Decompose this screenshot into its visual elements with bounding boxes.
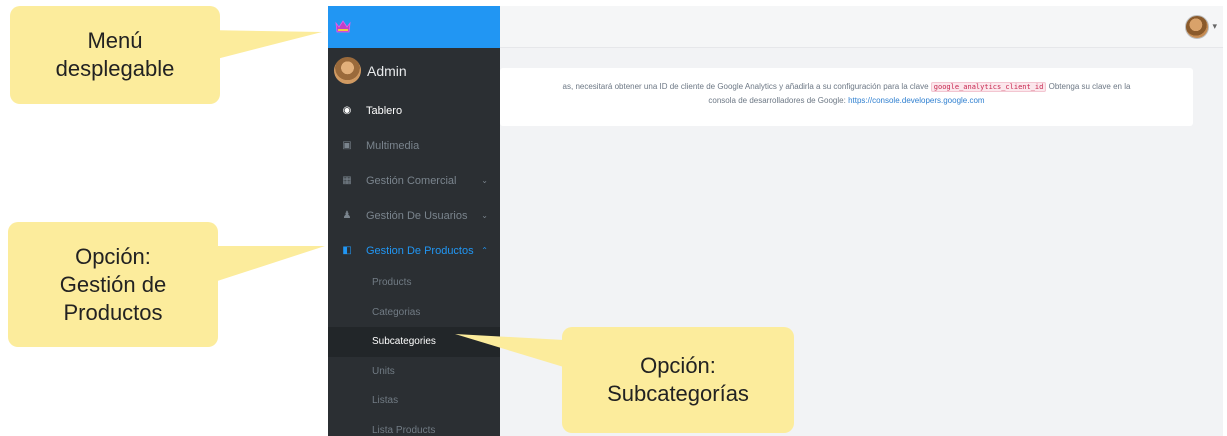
analytics-alert: as, necesitará obtener una ID de cliente… xyxy=(500,68,1193,126)
user-menu[interactable]: ▾ xyxy=(1185,15,1217,39)
callout-pointer-menu xyxy=(205,30,322,62)
profile-avatar-icon xyxy=(334,57,361,84)
submenu-item-units[interactable]: Units xyxy=(328,357,500,387)
sidebar: Admin ◉ Tablero ▣ Multimedia ▦ Gestión C… xyxy=(328,6,500,436)
callout-menu-text: Menú desplegable xyxy=(55,28,175,81)
alert-text-start: as, necesitará obtener una ID de cliente… xyxy=(562,82,929,91)
sidebar-item-gestion-comercial[interactable]: ▦ Gestión Comercial ⌄ xyxy=(328,163,500,198)
alert-message: as, necesitará obtener una ID de cliente… xyxy=(500,80,1193,108)
user-avatar-icon[interactable] xyxy=(1185,15,1210,39)
sidebar-item-label: Gestión Comercial xyxy=(366,174,457,187)
screenshot-stage: ▾ as, necesitará obtener una ID de clien… xyxy=(0,0,1227,436)
callout-subcategorias: Opción: Subcategorías xyxy=(562,327,794,433)
submenu-item-subcategories[interactable]: Subcategories xyxy=(328,327,500,357)
alert-text-end: Obtenga su clave en la xyxy=(1048,82,1131,91)
chevron-up-icon: ⌃ xyxy=(481,246,488,255)
callout-gestion-productos: Opción: Gestión de Productos xyxy=(8,222,218,347)
google-console-link[interactable]: https://console.developers.google.com xyxy=(848,96,985,105)
config-key-code: google_analytics_client_id xyxy=(930,82,1047,92)
submenu-item-products[interactable]: Products xyxy=(328,268,500,298)
sidebar-item-gestion-usuarios[interactable]: ♟ Gestión De Usuarios ⌄ xyxy=(328,198,500,233)
sidebar-item-label: Tablero xyxy=(366,104,403,117)
callout-productos-line2: Gestión de xyxy=(59,271,167,297)
chevron-down-icon: ⌄ xyxy=(481,211,488,220)
sidebar-item-tablero[interactable]: ◉ Tablero xyxy=(328,93,500,128)
sidebar-item-label: Gestión De Usuarios xyxy=(366,209,468,222)
sidebar-item-gestion-productos[interactable]: ◧ Gestion De Productos ⌃ xyxy=(328,233,500,268)
callout-productos-line1: Opción: xyxy=(75,243,151,269)
caret-down-icon[interactable]: ▾ xyxy=(1212,22,1217,32)
profile-name: Admin xyxy=(367,62,407,79)
sidebar-profile[interactable]: Admin xyxy=(328,48,500,93)
sidebar-item-multimedia[interactable]: ▣ Multimedia xyxy=(328,128,500,163)
users-icon: ♟ xyxy=(342,210,352,221)
store-icon: ▦ xyxy=(342,175,352,186)
submenu-item-categorias[interactable]: Categorias xyxy=(328,298,500,328)
alert-text-line2: consola de desarrolladores de Google: xyxy=(708,96,846,105)
callout-sub-line1: Opción: xyxy=(640,353,716,378)
callout-menu-desplegable: Menú desplegable xyxy=(10,6,220,104)
book-icon: ◧ xyxy=(342,245,352,256)
sidebar-item-label: Multimedia xyxy=(366,139,420,152)
callout-pointer-productos xyxy=(205,246,325,285)
sidebar-brand[interactable] xyxy=(328,6,500,48)
callout-sub-line2: Subcategorías xyxy=(607,381,749,406)
top-navbar: ▾ xyxy=(500,6,1223,48)
submenu-item-lista-products[interactable]: Lista Products xyxy=(328,416,500,436)
sidebar-item-label: Gestion De Productos xyxy=(366,244,474,257)
callout-productos-line3: Productos xyxy=(63,299,163,325)
image-icon: ▣ xyxy=(342,140,352,151)
dashboard-icon: ◉ xyxy=(342,105,352,116)
logo-icon xyxy=(335,20,351,33)
submenu-item-listas[interactable]: Listas xyxy=(328,386,500,416)
chevron-down-icon: ⌄ xyxy=(481,176,488,185)
